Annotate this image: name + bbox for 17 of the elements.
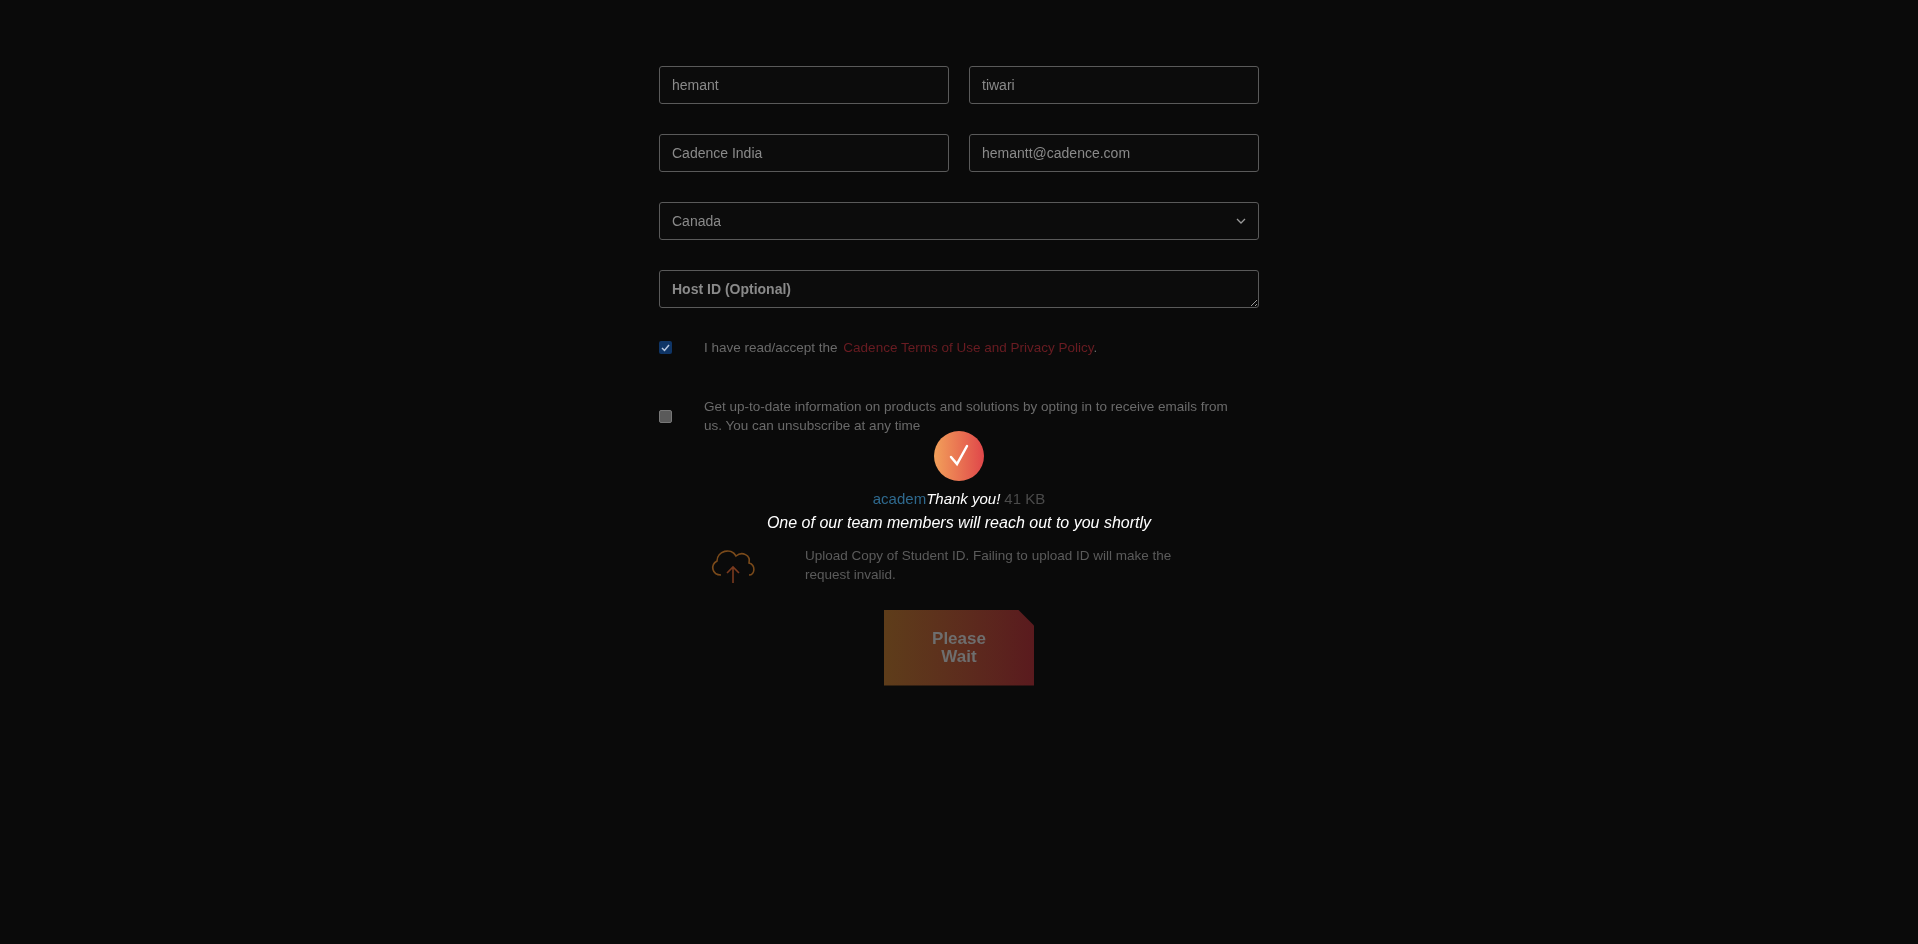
upload-instructions: Upload Copy of Student ID. Failing to upload ID will make the request invalid. (805, 546, 1173, 584)
confirmation-message: One of our team members will reach out to you shortly (766, 512, 1152, 533)
host-id-field[interactable]: Host ID (Optional) (659, 270, 1259, 308)
checkbox[interactable] (659, 341, 672, 354)
text-field[interactable]: hemant (659, 66, 949, 104)
consent-text: Get up-to-date information on products and solutions by opting in to receive emails from us. You can unsubscribe at any time (704, 398, 1229, 435)
file-name[interactable]: academ (872, 488, 927, 511)
consent-text: I have read/accept the Cadence Terms of Use and Privacy Policy. (704, 339, 1099, 357)
country-dropdown[interactable]: Canada (659, 202, 1259, 240)
text-field[interactable]: Cadence India (659, 134, 949, 172)
checkbox[interactable] (659, 409, 672, 423)
text-field[interactable]: hemantt@cadence.com (969, 134, 1259, 172)
chevron-down-icon (1236, 218, 1246, 224)
text-field[interactable]: tiwari (969, 66, 1259, 104)
checkmark-icon (934, 431, 984, 481)
thank-you-title: Thank you! (926, 489, 1001, 509)
file-size: 41 KB (1004, 489, 1046, 509)
